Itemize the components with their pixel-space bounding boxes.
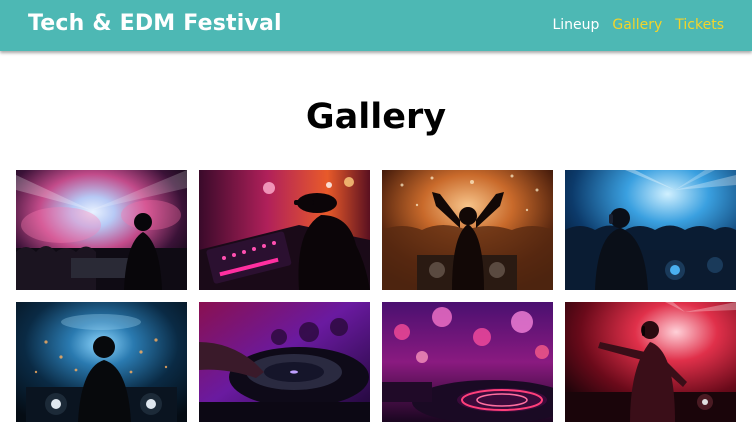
gallery-photo <box>199 302 370 422</box>
gallery-photo <box>565 170 736 290</box>
gallery-photo <box>382 170 553 290</box>
gallery-image-8[interactable] <box>565 302 736 422</box>
gallery-image-1[interactable] <box>16 170 187 290</box>
page-title: Gallery <box>305 97 447 137</box>
nav-links: Lineup Gallery Tickets <box>552 17 724 33</box>
nav-link-tickets[interactable]: Tickets <box>675 17 724 33</box>
brand-title[interactable]: Tech & EDM Festival <box>28 11 282 36</box>
gallery-image-5[interactable] <box>16 302 187 422</box>
gallery-image-7[interactable] <box>382 302 553 422</box>
gallery-photo <box>199 170 370 290</box>
gallery-photo <box>16 170 187 290</box>
gallery-image-2[interactable] <box>199 170 370 290</box>
gallery-photo <box>565 302 736 422</box>
gallery-image-4[interactable] <box>565 170 736 290</box>
gallery-grid <box>16 170 736 422</box>
gallery-photo <box>382 302 553 422</box>
top-navbar: Tech & EDM Festival Lineup Gallery Ticke… <box>0 0 752 51</box>
gallery-photo <box>16 302 187 422</box>
nav-link-lineup[interactable]: Lineup <box>552 17 599 33</box>
nav-link-gallery[interactable]: Gallery <box>612 17 662 33</box>
gallery-image-3[interactable] <box>382 170 553 290</box>
gallery-image-6[interactable] <box>199 302 370 422</box>
